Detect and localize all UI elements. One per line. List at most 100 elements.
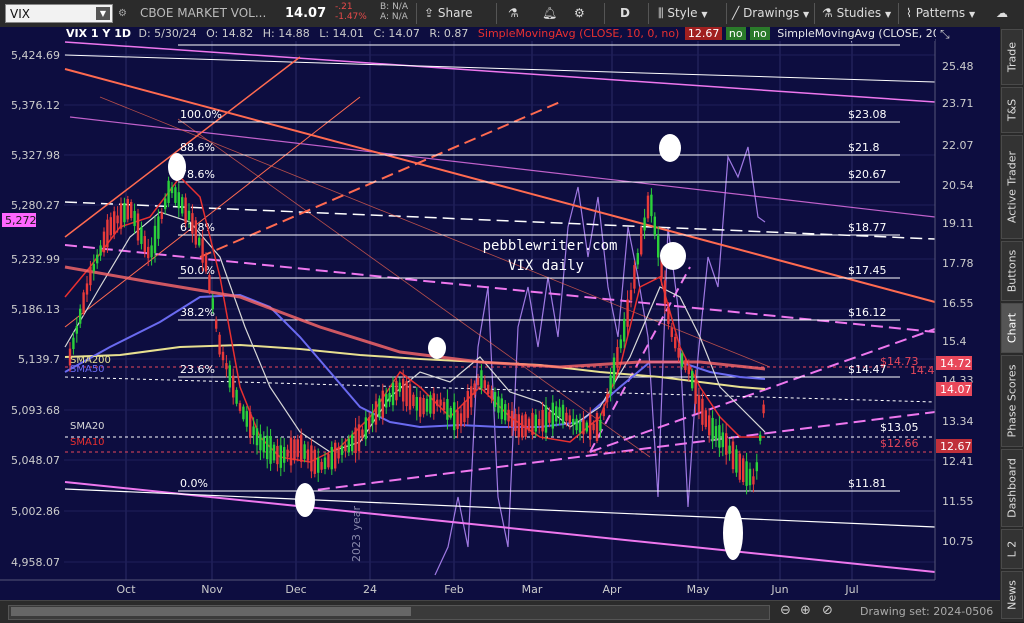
left-axis-tick: 5,280.27	[11, 199, 60, 212]
left-axis-tick: 5,048.07	[11, 454, 60, 467]
year-label: 2023 year	[350, 505, 363, 562]
bell-icon[interactable]: 🔔︎	[542, 4, 557, 23]
price-tag-label: 12.67	[940, 440, 972, 453]
header-sma10-study[interactable]: SimpleMovingAvg (CLOSE, 10, 0, no)	[478, 27, 679, 40]
patterns-button[interactable]: ⌇ Patterns ▼	[906, 4, 975, 23]
candle-body	[96, 254, 99, 264]
candle-body	[174, 187, 177, 203]
tab-buttons[interactable]: Buttons	[1001, 241, 1023, 301]
period-button[interactable]: D	[620, 4, 630, 23]
fib-price-label: $18.77	[848, 221, 887, 234]
cloud-icon[interactable]: ☁	[996, 4, 1008, 23]
left-axis-tick: 4,958.07	[11, 556, 60, 569]
expand-icon[interactable]: ⤡	[940, 27, 950, 42]
candle-body	[582, 419, 585, 435]
candle-body	[697, 394, 701, 413]
flask-icon[interactable]: ⚗	[508, 4, 519, 23]
candle-body	[493, 391, 497, 408]
right-axis-tick: 11.55	[942, 495, 974, 508]
candle-body	[147, 246, 150, 259]
price-label-1305: $13.05	[880, 421, 919, 434]
candle-body	[249, 411, 252, 438]
studies-button[interactable]: ⚗ Studies ▼	[822, 4, 891, 23]
tab-dashboard-label: Dashboard	[1005, 458, 1019, 518]
chart-svg[interactable]: 127.2%$26.15100.0%$23.0888.6%$21.878.6%$…	[0, 27, 1000, 600]
candle-body	[211, 298, 214, 310]
candle-body	[198, 237, 201, 246]
candle-body	[442, 402, 446, 410]
candle-body	[534, 414, 537, 432]
candle-body	[361, 429, 364, 438]
candle-body	[99, 245, 102, 256]
sma50-label: SMA50	[70, 364, 105, 375]
tab-chart[interactable]: Chart	[1001, 303, 1023, 353]
candle-body	[85, 283, 89, 295]
header-low: L: 14.01	[319, 27, 365, 40]
gear-icon[interactable]: ⚙	[574, 4, 585, 23]
style-button[interactable]: ⫼ Style ▼	[658, 4, 707, 23]
candle-body	[415, 396, 418, 411]
tab-trade[interactable]: Trade	[1001, 29, 1023, 85]
right-axis-tick: 12.41	[942, 455, 974, 468]
chart-area[interactable]: 127.2%$26.15100.0%$23.0888.6%$21.878.6%$…	[0, 27, 1000, 600]
left-axis-tick: 5,424.69	[11, 49, 60, 62]
candle-body	[718, 425, 721, 448]
candle-body	[238, 403, 242, 411]
tab-dashboard[interactable]: Dashboard	[1001, 449, 1023, 527]
tab-active-trader[interactable]: Active Trader	[1001, 135, 1023, 239]
last-price: 14.07	[285, 6, 327, 21]
scrollbar-thumb[interactable]	[11, 607, 411, 616]
candle-body	[140, 227, 143, 244]
tab-news[interactable]: News	[1001, 571, 1023, 619]
fib-pct-label: 88.6%	[180, 141, 215, 154]
tab-news-label: News	[1005, 580, 1019, 610]
change-value: -.21	[335, 2, 353, 12]
right-axis-tick: 23.71	[942, 97, 974, 110]
tab-phase-scores[interactable]: Phase Scores	[1001, 355, 1023, 447]
settings-icon[interactable]: ⚙	[118, 4, 132, 23]
candle-body	[109, 217, 112, 236]
candle-body	[136, 213, 140, 241]
fib-pct-label: 38.2%	[180, 306, 215, 319]
candle-body	[327, 454, 330, 468]
fib-price-label: $17.45	[848, 264, 887, 277]
candle-body	[340, 446, 344, 455]
tab-phase-scores-label: Phase Scores	[1005, 364, 1019, 438]
candle-body	[320, 461, 323, 470]
candle-body	[208, 275, 211, 292]
candle-body	[459, 413, 463, 427]
zoom-out-icon[interactable]: ⊖	[780, 603, 791, 618]
candle-body	[439, 399, 442, 406]
zoom-in-icon[interactable]: ⊕	[800, 603, 811, 618]
time-axis-tick: Jun	[770, 583, 788, 596]
candle-body	[449, 407, 452, 418]
symbol-input[interactable]: VIX ▼	[5, 4, 113, 23]
candle-body	[119, 203, 123, 229]
candle-body	[160, 212, 163, 219]
candle-body	[674, 336, 677, 349]
candle-body	[252, 426, 255, 436]
header-sma20-study[interactable]: SimpleMovingAvg (CLOSE, 20, 0,...	[777, 27, 936, 40]
candle-body	[663, 280, 667, 304]
candle-body	[538, 419, 541, 426]
zoom-fit-icon[interactable]: ⊘	[822, 603, 833, 618]
candle-body	[317, 457, 320, 473]
right-axis-tick: 22.07	[942, 139, 974, 152]
chart-title[interactable]: VIX 1 Y 1D	[66, 27, 131, 40]
candle-body	[337, 447, 340, 459]
candle-body	[92, 263, 95, 272]
tab-time-sales[interactable]: T&S	[1001, 87, 1023, 133]
candle-body	[187, 210, 191, 221]
candle-body	[446, 399, 449, 420]
chevron-down-icon[interactable]: ▼	[96, 7, 110, 20]
patterns-icon: ⌇	[906, 6, 912, 20]
candle-body	[602, 407, 605, 417]
drawings-button[interactable]: ╱ Drawings ▼	[732, 4, 809, 23]
drawing-set-label[interactable]: Drawing set: 2024-0506	[860, 605, 993, 618]
horizontal-scrollbar[interactable]	[8, 605, 770, 620]
right-axis-tick: 13.34	[942, 415, 974, 428]
candle-body	[646, 195, 650, 219]
candle-body	[470, 386, 473, 408]
share-button[interactable]: ⇪ Share	[424, 4, 473, 23]
tab-level2[interactable]: L 2	[1001, 529, 1023, 569]
